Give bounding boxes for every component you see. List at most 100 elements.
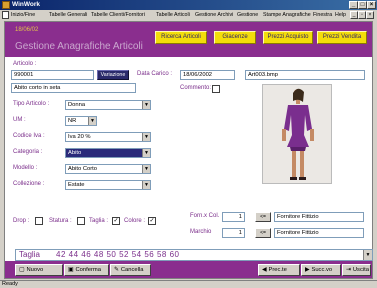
codice-iva-label: Codice Iva : [13,133,45,139]
codice-iva-select[interactable]: Iva 20 % ▼ [65,132,151,142]
app-icon [2,1,10,9]
model-figure-image [263,85,331,183]
modello-label: Modello : [13,165,38,171]
page-title: Gestione Anagrafiche Articoli [15,41,143,52]
forn-col-lookup-button[interactable]: <= [255,212,271,222]
prezzi-acquisto-button[interactable]: Prezzi Acquisto [263,31,313,44]
taglia-size-values: 42 44 46 48 50 52 54 56 58 60 [56,250,180,259]
window-title: WinWork [12,1,40,8]
precedente-label: Prec.te [268,267,287,273]
article-form-window: 18/06/02 Gestione Anagrafiche Articoli R… [4,21,373,279]
arrow-right-icon: ▶ [305,267,310,273]
um-label: UM : [13,117,26,123]
collezione-label: Collezione : [13,181,45,187]
mdi-restore-button[interactable]: ▫ [358,11,366,19]
menu-gestione[interactable]: Gestione [237,12,258,18]
tipo-articolo-value: Donna [68,102,86,108]
eraser-icon: ✎ [114,267,119,273]
forn-col-number[interactable]: 1 [222,212,245,222]
successivo-label: Succ.vo [311,267,333,273]
image-file-field[interactable]: Art003.bmp [245,70,365,80]
footer-toolbar: ▢ Nuovo ▣ Conferma ✎ Cancella ◀ Prec.te ▶ Suc… [5,261,372,278]
um-select[interactable]: NR ▼ [65,116,97,126]
menu-help[interactable]: Help [335,12,346,18]
taglia-size-label: Taglia [19,250,40,259]
categoria-value: Abito [68,150,82,156]
menu-tabelle-clienti-fornitori[interactable]: Tabelle Clienti/Fornitori [91,12,145,18]
taglia-label: Taglia : [89,218,109,224]
menu-finestra[interactable]: Finestra [313,12,332,18]
menu-stampe-anagrafiche[interactable]: Stampe Anagrafiche [263,12,311,18]
chevron-down-icon[interactable]: ▼ [142,165,150,173]
categoria-label: Categoria : [13,149,43,155]
colore-checkbox[interactable]: ✓ [148,217,156,225]
nuovo-button[interactable]: ▢ Nuovo [15,264,63,276]
marchio-lookup-button[interactable]: <= [255,228,271,238]
menu-tabelle-generali[interactable]: Tabelle Generali [49,12,87,18]
prezzi-vendita-button[interactable]: Prezzi Vendita [317,31,367,44]
title-bar: WinWork _ □ × [0,0,377,10]
header-date: 18/06/02 [15,27,39,33]
statura-label: Statura : [49,218,72,224]
arrow-left-icon: ◀ [262,267,267,273]
categoria-select[interactable]: Abito ▼ [65,148,151,158]
cancella-label: Cancella [120,267,144,273]
successivo-button[interactable]: ▶ Succ.vo [301,264,341,276]
codice-iva-value: Iva 20 % [68,134,91,140]
chevron-down-icon[interactable]: ▼ [142,181,150,189]
data-carico-field[interactable]: 18/06/2002 [180,70,235,80]
close-button[interactable]: × [367,1,376,9]
cancella-button[interactable]: ✎ Cancella [110,264,151,276]
descrizione-field[interactable]: Abito corto in seta [11,83,136,93]
um-value: NR [68,118,77,124]
nuovo-label: Nuovo [26,267,44,273]
mdi-minimize-button[interactable]: _ [350,11,358,19]
chevron-down-icon[interactable]: ▼ [88,117,96,125]
modello-select[interactable]: Abito Corto ▼ [65,164,151,174]
chevron-down-icon[interactable]: ▼ [142,133,150,141]
marchio-number[interactable]: 1 [222,228,245,238]
data-carico-label: Data Carico : [137,71,173,77]
menu-bar: Inizio/Fine Tabelle Generali Tabelle Cli… [0,10,377,20]
maximize-button[interactable]: □ [358,1,367,9]
commento-label: Commento: [180,85,212,91]
menu-tabelle-articoli[interactable]: Tabelle Articoli [156,12,190,18]
marchio-value-field[interactable]: Fornitore Fittizio [274,228,364,238]
forn-col-label: Forn.x Col. [190,213,220,219]
mdi-close-button[interactable]: × [366,11,374,19]
chevron-down-icon[interactable]: ▼ [363,250,372,260]
collezione-select[interactable]: Estate ▼ [65,180,151,190]
menu-inizio-fine[interactable]: Inizio/Fine [11,12,35,18]
ricerca-articoli-button[interactable]: Ricerca Articoli [155,31,207,44]
drop-label: Drop : [13,218,30,224]
forn-col-value-field[interactable]: Fornitore Fittizio [274,212,364,222]
uscita-button[interactable]: ⇥ Uscita [342,264,371,276]
modello-value: Abito Corto [68,166,97,172]
taglia-size-select[interactable]: Taglia 42 44 46 48 50 52 54 56 58 60 ▼ [15,249,373,261]
chevron-down-icon[interactable]: ▼ [142,149,150,157]
articolo-label: Articolo : [13,61,37,67]
taglia-checkbox[interactable]: ✓ [112,217,120,225]
new-document-icon: ▢ [19,267,25,273]
marchio-label: Marchio [190,229,212,235]
tipo-articolo-label: Tipo Articolo : [13,101,50,107]
save-icon: ▣ [68,267,74,273]
minimize-button[interactable]: _ [349,1,358,9]
document-icon [2,11,9,19]
colore-label: Colore : [124,218,146,224]
drop-checkbox[interactable] [35,217,43,225]
conferma-label: Conferma [75,267,101,273]
chevron-down-icon[interactable]: ▼ [142,101,150,109]
menu-gestione-archivi[interactable]: Gestione Archivi [195,12,233,18]
collezione-value: Estate [68,182,85,188]
articolo-code-field[interactable]: 990001 [11,70,94,80]
variazione-button[interactable]: Variazione [97,70,129,80]
commento-checkbox[interactable] [212,85,220,93]
tipo-articolo-select[interactable]: Donna ▼ [65,100,151,110]
precedente-button[interactable]: ◀ Prec.te [258,264,300,276]
conferma-button[interactable]: ▣ Conferma [64,264,109,276]
uscita-label: Uscita [352,267,369,273]
giacenze-button[interactable]: Giacenze [214,31,256,44]
status-text: Ready [2,281,18,287]
statura-checkbox[interactable] [77,217,85,225]
